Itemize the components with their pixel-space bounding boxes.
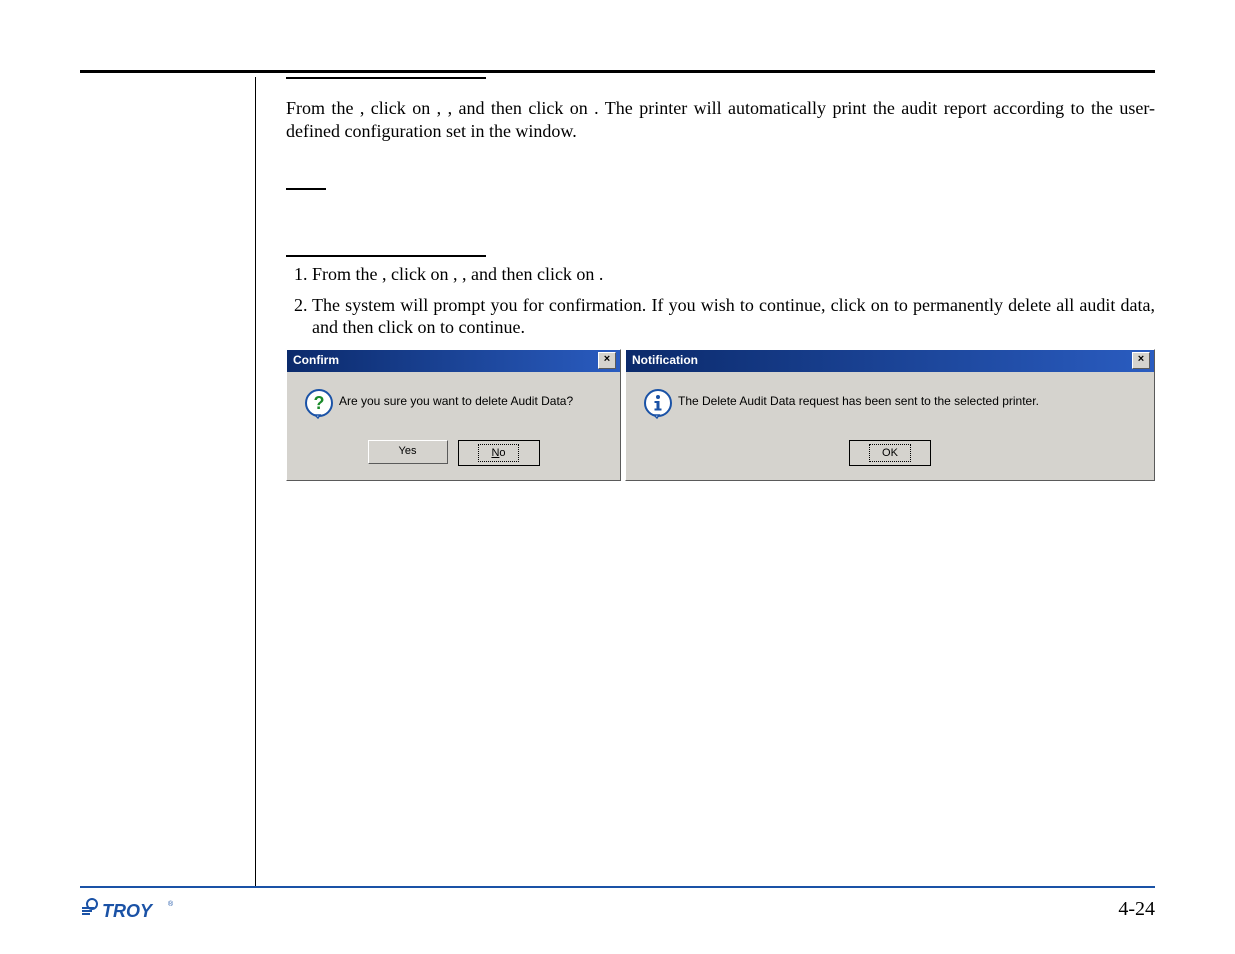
confirm-dialog: Confirm × ? Are you [286, 349, 621, 481]
dialogs-row: Confirm × ? Are you [286, 349, 1155, 481]
notification-dialog: Notification × [625, 349, 1155, 481]
ok-button[interactable]: OK [849, 440, 931, 466]
notification-dialog-title: Notification [630, 353, 1132, 368]
section-rule-1 [286, 77, 486, 79]
content-column: From the , click on , , and then click o… [256, 77, 1155, 887]
step-1: From the , click on , , and then click o… [312, 263, 1155, 286]
no-button[interactable]: No [458, 440, 540, 466]
notification-dialog-message: The Delete Audit Data request has been s… [678, 388, 1142, 409]
document-page: From the , click on , , and then click o… [0, 0, 1235, 954]
ok-button-label: OK [869, 444, 911, 462]
notification-dialog-close-button[interactable]: × [1132, 352, 1150, 369]
spacer-1 [286, 148, 1155, 188]
confirm-dialog-close-button[interactable]: × [598, 352, 616, 369]
confirm-dialog-body: ? Are you sure you want to delete Audit … [287, 372, 620, 480]
troy-logo: TROY ® [80, 894, 180, 924]
steps-list: From the , click on , , and then click o… [286, 263, 1155, 339]
yes-button[interactable]: Yes [368, 440, 448, 464]
confirm-dialog-titlebar: Confirm × [287, 350, 620, 372]
svg-text:®: ® [168, 900, 174, 908]
page-top-rule [80, 70, 1155, 73]
intro-paragraph: From the , click on , , and then click o… [286, 97, 1155, 142]
section-rule-2 [286, 255, 486, 257]
svg-text:?: ? [314, 393, 325, 413]
notification-dialog-buttons: OK [638, 440, 1142, 466]
footer-row: TROY ® 4-24 [80, 894, 1155, 924]
footer-rule [80, 886, 1155, 888]
body-area: From the , click on , , and then click o… [80, 77, 1155, 887]
question-icon: ? [299, 388, 339, 420]
troy-logo-text: TROY [102, 901, 154, 921]
step-2: The system will prompt you for confirmat… [312, 294, 1155, 339]
info-icon [638, 388, 678, 420]
confirm-dialog-message: Are you sure you want to delete Audit Da… [339, 388, 608, 409]
left-margin-column [80, 77, 256, 887]
confirm-dialog-buttons: Yes No [299, 440, 608, 466]
notification-dialog-titlebar: Notification × [626, 350, 1154, 372]
spacer-2 [286, 190, 1155, 255]
no-button-label: No [478, 444, 518, 462]
confirm-dialog-title: Confirm [291, 353, 598, 368]
page-footer: TROY ® 4-24 [80, 886, 1155, 924]
page-number: 4-24 [1118, 898, 1155, 921]
notification-dialog-body: The Delete Audit Data request has been s… [626, 372, 1154, 480]
